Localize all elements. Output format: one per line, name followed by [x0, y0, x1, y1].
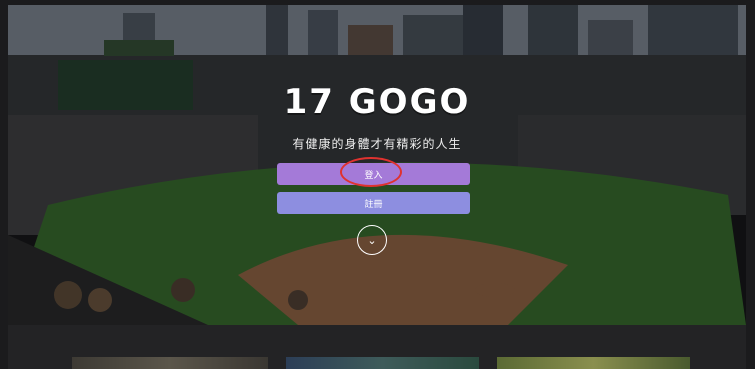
feature-thumbnail-3[interactable]	[497, 357, 690, 369]
feature-thumbnail-2[interactable]	[286, 357, 479, 369]
chevron-down-icon: ⌄	[367, 233, 377, 247]
scroll-down-button[interactable]: ⌄	[357, 225, 387, 255]
feature-thumbnail-1[interactable]	[72, 357, 268, 369]
register-button[interactable]: 註冊	[277, 192, 470, 214]
login-button[interactable]: 登入	[277, 163, 470, 185]
hero-subtitle: 有健康的身體才有精彩的人生	[292, 137, 462, 151]
page-title: 17 GOGO	[283, 82, 471, 122]
